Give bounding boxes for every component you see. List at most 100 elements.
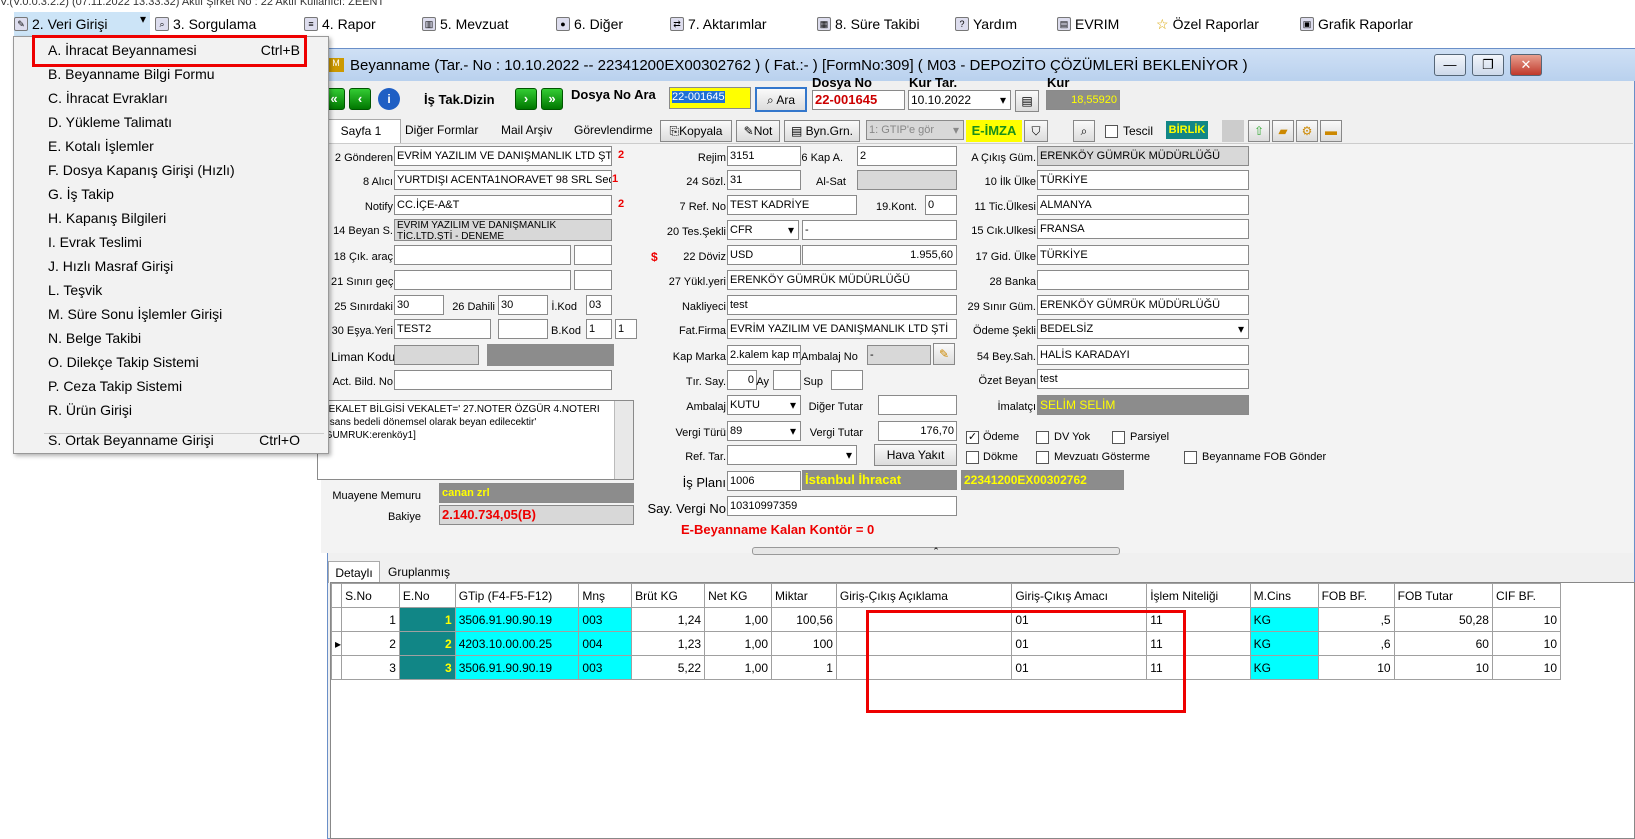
dahili-field[interactable]: 30: [498, 295, 548, 315]
tes-sekli-select[interactable]: CFR: [727, 220, 799, 240]
row-indicator[interactable]: ▸: [330, 631, 343, 656]
table-cell[interactable]: 01: [1011, 631, 1148, 656]
dropdown-item[interactable]: J. Hızlı Masraf Girişi: [14, 254, 328, 278]
doviz-field[interactable]: USD: [727, 245, 801, 265]
col-header[interactable]: CIF BF.: [1491, 583, 1562, 608]
prev-record-button[interactable]: ‹: [349, 88, 371, 110]
blank-button[interactable]: [1222, 120, 1244, 142]
sinir-gec-code[interactable]: [574, 270, 612, 290]
act-bild-field[interactable]: [394, 370, 612, 390]
dropdown-item[interactable]: S. Ortak Beyanname Girişi Ctrl+O: [14, 428, 328, 452]
hava-yakit-button[interactable]: Hava Yakıt: [874, 444, 957, 466]
col-header[interactable]: Giriş-Çıkış Amacı: [1011, 583, 1148, 608]
dropdown-item[interactable]: I. Evrak Teslimi: [14, 230, 328, 254]
table-cell[interactable]: KG: [1249, 607, 1319, 632]
table-cell[interactable]: 1: [771, 655, 837, 680]
table-cell[interactable]: 10: [1393, 655, 1493, 680]
tab-diger-formlar[interactable]: Diğer Formlar: [405, 123, 478, 137]
bkod-field-2[interactable]: 1: [615, 319, 637, 339]
row-indicator[interactable]: [330, 607, 343, 632]
table-cell[interactable]: 11: [1146, 631, 1251, 656]
table-cell[interactable]: 50,28: [1393, 607, 1493, 632]
col-header[interactable]: Giriş-Çıkış Açıklama: [835, 583, 1013, 608]
kap-marka-field[interactable]: 2.kalem kap ma: [727, 345, 801, 365]
menu-aktarimlar[interactable]: ⇄ 7. Aktarımlar: [670, 12, 767, 36]
menu-sorgulama[interactable]: ⌕ 3. Sorgulama: [155, 12, 256, 36]
dokme-checkbox[interactable]: [966, 451, 979, 464]
vergi-turu-select[interactable]: 89: [727, 421, 801, 441]
tescil-checkbox[interactable]: [1105, 125, 1118, 138]
tes-sekli-desc[interactable]: -: [802, 220, 957, 240]
tab-gruplanmis[interactable]: Gruplanmış: [388, 565, 450, 579]
cik-ulkesi-field[interactable]: FRANSA: [1037, 219, 1249, 239]
table-cell[interactable]: 2: [341, 631, 400, 656]
fat-firma-field[interactable]: EVRİM YAZILIM VE DANIŞMANLIK LTD ŞTİ: [727, 319, 957, 339]
birlik-badge[interactable]: BİRLİK: [1166, 121, 1208, 139]
table-cell[interactable]: [835, 631, 1013, 656]
table-cell[interactable]: 2: [398, 631, 456, 656]
table-cell[interactable]: [835, 607, 1013, 632]
magnify-button[interactable]: ⌕: [1073, 120, 1095, 142]
col-header[interactable]: FOB BF.: [1317, 583, 1395, 608]
kont-field[interactable]: 0: [925, 195, 957, 215]
table-cell[interactable]: KG: [1249, 655, 1319, 680]
nakliyeci-field[interactable]: test: [727, 295, 957, 315]
odeme-sekli-select[interactable]: BEDELSİZ: [1037, 319, 1249, 339]
al-sat-field[interactable]: [857, 170, 957, 190]
upload-icon[interactable]: ⇧: [1248, 120, 1270, 142]
bkod-field-1[interactable]: 1: [586, 319, 612, 339]
say-vergi-no-field[interactable]: 10310997359: [727, 496, 957, 516]
col-header[interactable]: Brüt KG: [631, 583, 706, 608]
table-row[interactable]: 1 1 3506.91.90.90.19 003 1,24 1,00 100,56 01 11 K…: [330, 607, 1562, 632]
dropdown-item[interactable]: D. Yükleme Talimatı: [14, 110, 328, 134]
edit-icon[interactable]: ✎: [933, 343, 955, 365]
menu-ozel-raporlar[interactable]: ☆ Özel Raporlar: [1156, 12, 1259, 36]
last-record-button[interactable]: »: [541, 88, 563, 110]
is-plani-field[interactable]: 1006: [727, 471, 801, 491]
liman-kodu-field[interactable]: [394, 345, 479, 365]
next-record-button[interactable]: ›: [515, 88, 537, 110]
vergi-tutar-field[interactable]: 176,70: [878, 421, 957, 441]
folder-icon[interactable]: ▬: [1320, 120, 1342, 142]
doviz-amount[interactable]: 1.955,60: [802, 245, 957, 265]
table-cell[interactable]: 10: [1491, 631, 1562, 656]
table-cell[interactable]: 1,23: [631, 631, 706, 656]
menu-diger[interactable]: ● 6. Diğer: [556, 12, 623, 36]
mevzuati-gosterme-checkbox[interactable]: [1036, 451, 1049, 464]
table-cell[interactable]: 004: [578, 631, 633, 656]
gid-ulke-field[interactable]: TÜRKİYE: [1037, 245, 1249, 265]
dropdown-item[interactable]: E. Kotalı İşlemler: [14, 134, 328, 158]
ara-button[interactable]: ⌕ Ara: [755, 87, 807, 112]
diger-tutar-field[interactable]: [878, 395, 957, 415]
beyan-s-field[interactable]: EVRİM YAZILIM VE DANIŞMANLIK TİC.LTD.ŞTİ…: [394, 219, 612, 241]
odeme-checkbox[interactable]: ✓: [966, 431, 979, 444]
folder-open-icon[interactable]: ▰: [1272, 120, 1294, 142]
dropdown-item[interactable]: L. Teşvik: [14, 278, 328, 302]
table-cell[interactable]: 01: [1011, 655, 1148, 680]
kopyala-button[interactable]: ⎘Kopyala: [660, 120, 732, 142]
ay-field[interactable]: [773, 370, 801, 390]
minimize-button[interactable]: —: [1434, 54, 1466, 76]
dropdown-item[interactable]: C. İhracat Evrakları: [14, 86, 328, 110]
esya-yeri-field[interactable]: TEST2: [394, 319, 491, 339]
dropdown-item[interactable]: A. İhracat Beyannamesi Ctrl+B: [14, 38, 328, 62]
col-header[interactable]: GTip (F4-F5-F12): [454, 583, 580, 608]
dropdown-item[interactable]: P. Ceza Takip Sistemi: [14, 374, 328, 398]
close-button[interactable]: ✕: [1510, 54, 1542, 76]
table-cell[interactable]: 60: [1393, 631, 1493, 656]
calendar-button[interactable]: ▤: [1015, 90, 1039, 112]
yukl-yeri-field[interactable]: ERENKÖY GÜMRÜK MÜDÜRLÜĞÜ: [727, 270, 957, 290]
esya-yeri-code[interactable]: [498, 319, 548, 339]
dv-yok-checkbox[interactable]: [1036, 431, 1049, 444]
col-header[interactable]: Miktar: [771, 583, 837, 608]
sinir-gum-field[interactable]: ERENKÖY GÜMRÜK MÜDÜRLÜĞÜ: [1037, 295, 1249, 315]
table-cell[interactable]: 1: [341, 607, 400, 632]
cik-arac-code[interactable]: [574, 245, 612, 265]
dropdown-item[interactable]: H. Kapanış Bilgileri: [14, 206, 328, 230]
table-cell[interactable]: 10: [1317, 655, 1395, 680]
sup-field[interactable]: [831, 370, 863, 390]
dropdown-item[interactable]: F. Dosya Kapanış Girişi (Hızlı): [14, 158, 328, 182]
shield-button[interactable]: ⛉: [1024, 120, 1048, 142]
menu-sure-takibi[interactable]: ▦ 8. Süre Takibi: [817, 12, 920, 36]
menu-mevzuat[interactable]: ▥ 5. Mevzuat: [422, 12, 508, 36]
